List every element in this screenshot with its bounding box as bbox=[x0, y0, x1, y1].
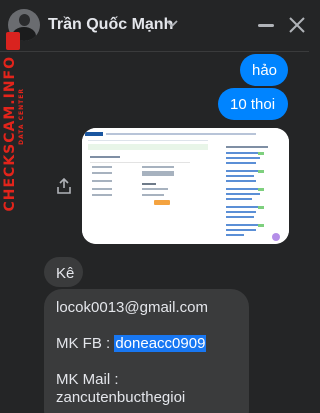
message-text: zancutenbucthegioi bbox=[56, 389, 186, 406]
watermark: CHECKSCAM.INFO DATA CENTER bbox=[0, 30, 26, 212]
attached-screenshot-image[interactable] bbox=[82, 128, 289, 244]
watermark-subtitle: DATA CENTER bbox=[18, 88, 25, 145]
message-line: MK FB : doneacc0909 bbox=[56, 335, 237, 353]
watermark-logo-icon bbox=[6, 32, 20, 50]
chevron-down-icon[interactable] bbox=[166, 19, 178, 29]
share-icon[interactable] bbox=[57, 178, 71, 194]
message-outgoing[interactable]: 10 thoi bbox=[218, 88, 288, 120]
message-text: MK Mail : bbox=[56, 371, 119, 388]
message-line: locok0013@gmail.com bbox=[56, 299, 208, 316]
message-incoming-long[interactable]: locok0013@gmail.com MK FB : doneacc0909 … bbox=[44, 289, 249, 413]
message-line: MK Mail : zancutenbucthegioi bbox=[56, 371, 237, 407]
message-incoming[interactable]: Kê bbox=[44, 257, 83, 287]
chat-header: Trần Quốc Mạnh bbox=[0, 0, 309, 52]
message-outgoing[interactable]: hảo bbox=[240, 54, 288, 86]
message-text: MK FB : bbox=[56, 335, 115, 352]
close-icon[interactable] bbox=[288, 16, 306, 34]
watermark-brand: CHECKSCAM.INFO bbox=[2, 56, 18, 212]
selected-text[interactable]: doneacc0909 bbox=[114, 335, 207, 352]
contact-name[interactable]: Trần Quốc Mạnh bbox=[48, 16, 173, 34]
minimize-button[interactable] bbox=[258, 24, 274, 27]
